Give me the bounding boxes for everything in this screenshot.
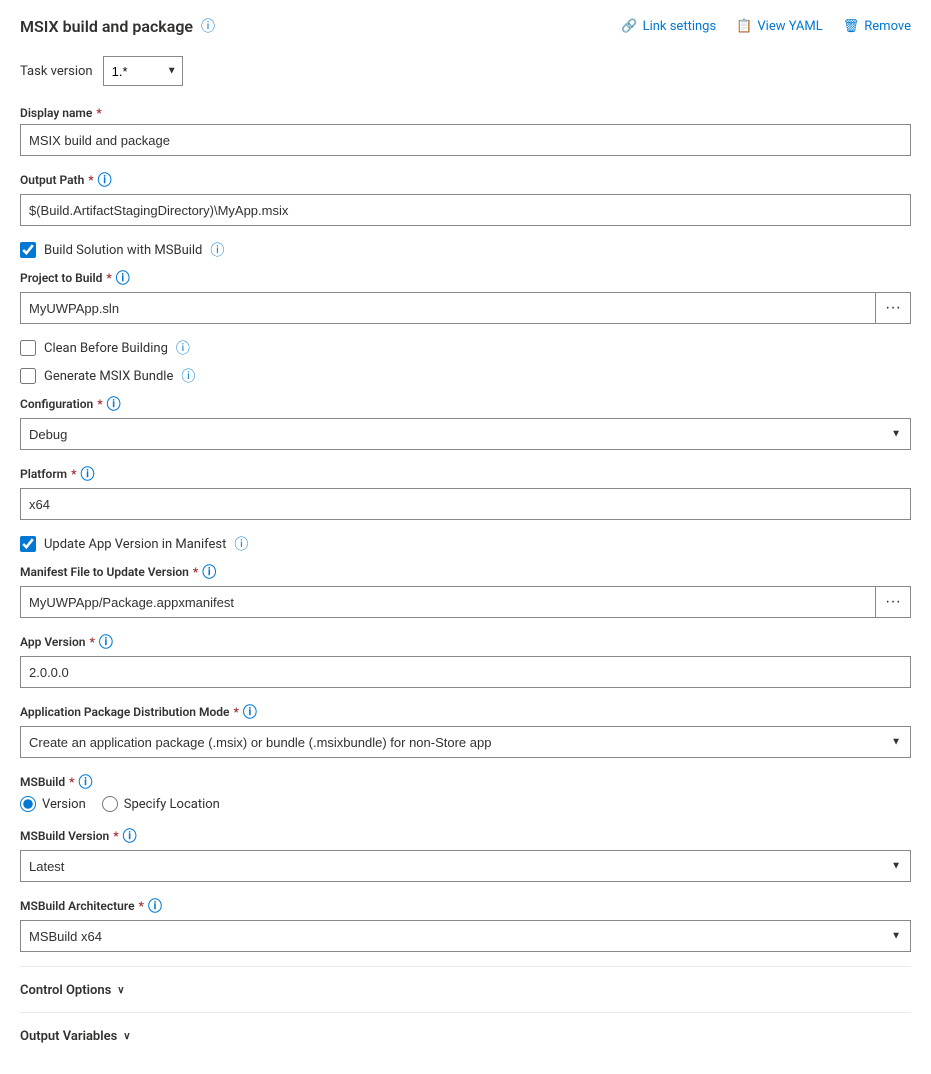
app-version-info-icon[interactable]: ⓘ: [99, 632, 113, 652]
control-options-header[interactable]: Control Options ∨: [20, 977, 911, 1004]
app-package-distribution-select[interactable]: Create an application package (.msix) or…: [20, 726, 911, 758]
msbuild-version-section: MSBuild Version * ⓘ Latest 16.0 15.0 14.…: [20, 826, 911, 882]
output-variables-label: Output Variables: [20, 1029, 117, 1044]
bundle-info-icon[interactable]: ⓘ: [181, 366, 195, 386]
task-version-wrapper: 1.* 0.* ▼: [103, 56, 183, 86]
display-name-section: Display name *: [20, 106, 911, 156]
update-app-version-label: Update App Version in Manifest: [44, 537, 226, 552]
manifest-file-section: Manifest File to Update Version * ⓘ ···: [20, 562, 911, 618]
configuration-select[interactable]: Debug Release: [20, 418, 911, 450]
msbuild-architecture-select[interactable]: MSBuild x64 MSBuild x86: [20, 920, 911, 952]
configuration-select-wrapper: Debug Release ▼: [20, 418, 911, 450]
platform-input[interactable]: [20, 488, 911, 520]
generate-msix-bundle-row: Generate MSIX Bundle ⓘ: [20, 366, 911, 386]
msbuild-info-icon[interactable]: ⓘ: [79, 772, 93, 792]
msbuild-version-label: MSBuild Version * ⓘ: [20, 826, 911, 846]
control-options-label: Control Options: [20, 983, 111, 998]
link-settings-button[interactable]: 🔗 Link settings: [621, 19, 716, 34]
build-solution-row: Build Solution with MSBuild ⓘ: [20, 240, 911, 260]
task-version-select[interactable]: 1.* 0.*: [103, 56, 183, 86]
task-version-label: Task version: [20, 64, 93, 79]
display-name-label: Display name *: [20, 106, 911, 120]
msbuild-version-select-wrapper: Latest 16.0 15.0 14.0 ▼: [20, 850, 911, 882]
msbuild-architecture-info-icon[interactable]: ⓘ: [148, 896, 162, 916]
update-app-version-checkbox[interactable]: [20, 536, 36, 552]
output-variables-chevron-icon: ∨: [123, 1031, 130, 1042]
clean-before-building-row: Clean Before Building ⓘ: [20, 338, 911, 358]
project-browse-button[interactable]: ···: [875, 292, 911, 324]
msbuild-section: MSBuild * ⓘ Version Specify Location: [20, 772, 911, 812]
control-options-chevron-icon: ∨: [117, 985, 124, 996]
msbuild-version-select[interactable]: Latest 16.0 15.0 14.0: [20, 850, 911, 882]
msbuild-architecture-section: MSBuild Architecture * ⓘ MSBuild x64 MSB…: [20, 896, 911, 952]
msbuild-version-radio-label: Version: [42, 797, 86, 812]
app-package-distribution-wrapper: Create an application package (.msix) or…: [20, 726, 911, 758]
app-version-label: App Version * ⓘ: [20, 632, 911, 652]
update-app-version-info-icon[interactable]: ⓘ: [234, 534, 248, 554]
project-to-build-section: Project to Build * ⓘ ···: [20, 268, 911, 324]
app-version-section: App Version * ⓘ: [20, 632, 911, 688]
manifest-browse-button[interactable]: ···: [875, 586, 911, 618]
configuration-label: Configuration * ⓘ: [20, 394, 911, 414]
remove-icon: 🗑: [843, 19, 860, 34]
manifest-input-wrapper: ···: [20, 586, 911, 618]
app-package-info-icon[interactable]: ⓘ: [243, 702, 257, 722]
msbuild-architecture-label: MSBuild Architecture * ⓘ: [20, 896, 911, 916]
app-version-input[interactable]: [20, 656, 911, 688]
manifest-file-input[interactable]: [20, 586, 875, 618]
task-version-row: Task version 1.* 0.* ▼: [20, 56, 911, 86]
msbuild-specify-radio-label: Specify Location: [124, 797, 220, 812]
generate-msix-bundle-checkbox[interactable]: [20, 368, 36, 384]
view-yaml-button[interactable]: 📋 View YAML: [736, 19, 823, 34]
output-path-section: Output Path * ⓘ: [20, 170, 911, 226]
link-icon: 🔗: [621, 19, 637, 34]
app-package-distribution-label: Application Package Distribution Mode * …: [20, 702, 911, 722]
platform-info-icon[interactable]: ⓘ: [80, 464, 94, 484]
clean-before-building-checkbox[interactable]: [20, 340, 36, 356]
remove-button[interactable]: 🗑 Remove: [843, 19, 911, 34]
title-info-icon[interactable]: ⓘ: [201, 16, 215, 36]
msbuild-architecture-select-wrapper: MSBuild x64 MSBuild x86 ▼: [20, 920, 911, 952]
build-solution-label: Build Solution with MSBuild: [44, 243, 202, 258]
project-to-build-label: Project to Build * ⓘ: [20, 268, 911, 288]
platform-label: Platform * ⓘ: [20, 464, 911, 484]
configuration-section: Configuration * ⓘ Debug Release ▼: [20, 394, 911, 450]
project-info-icon[interactable]: ⓘ: [116, 268, 130, 288]
msbuild-radio-group: Version Specify Location: [20, 796, 911, 812]
msbuild-label: MSBuild * ⓘ: [20, 772, 911, 792]
header-actions: 🔗 Link settings 📋 View YAML 🗑 Remove: [621, 19, 911, 34]
manifest-file-label: Manifest File to Update Version * ⓘ: [20, 562, 911, 582]
project-to-build-input[interactable]: [20, 292, 875, 324]
control-options-section: Control Options ∨: [20, 966, 911, 1004]
manifest-info-icon[interactable]: ⓘ: [202, 562, 216, 582]
generate-msix-bundle-label: Generate MSIX Bundle: [44, 369, 173, 384]
output-path-label: Output Path * ⓘ: [20, 170, 911, 190]
msbuild-specify-location-radio[interactable]: [102, 796, 118, 812]
update-app-version-row: Update App Version in Manifest ⓘ: [20, 534, 911, 554]
platform-section: Platform * ⓘ: [20, 464, 911, 520]
msbuild-version-radio[interactable]: [20, 796, 36, 812]
app-package-distribution-section: Application Package Distribution Mode * …: [20, 702, 911, 758]
yaml-icon: 📋: [736, 19, 752, 34]
msbuild-specify-radio-row: Specify Location: [102, 796, 220, 812]
page-title: MSIX build and package: [20, 17, 193, 36]
output-variables-header[interactable]: Output Variables ∨: [20, 1023, 911, 1050]
build-solution-info-icon[interactable]: ⓘ: [210, 240, 224, 260]
project-input-wrapper: ···: [20, 292, 911, 324]
output-path-info-icon[interactable]: ⓘ: [98, 170, 112, 190]
output-variables-section: Output Variables ∨: [20, 1012, 911, 1050]
page-header: MSIX build and package ⓘ 🔗 Link settings…: [20, 16, 911, 36]
clean-info-icon[interactable]: ⓘ: [176, 338, 190, 358]
build-solution-checkbox[interactable]: [20, 242, 36, 258]
header-left: MSIX build and package ⓘ: [20, 16, 215, 36]
display-name-input[interactable]: [20, 124, 911, 156]
configuration-info-icon[interactable]: ⓘ: [107, 394, 121, 414]
output-path-input[interactable]: [20, 194, 911, 226]
msbuild-version-info-icon[interactable]: ⓘ: [123, 826, 137, 846]
msbuild-version-radio-row: Version: [20, 796, 86, 812]
clean-before-building-label: Clean Before Building: [44, 341, 168, 356]
